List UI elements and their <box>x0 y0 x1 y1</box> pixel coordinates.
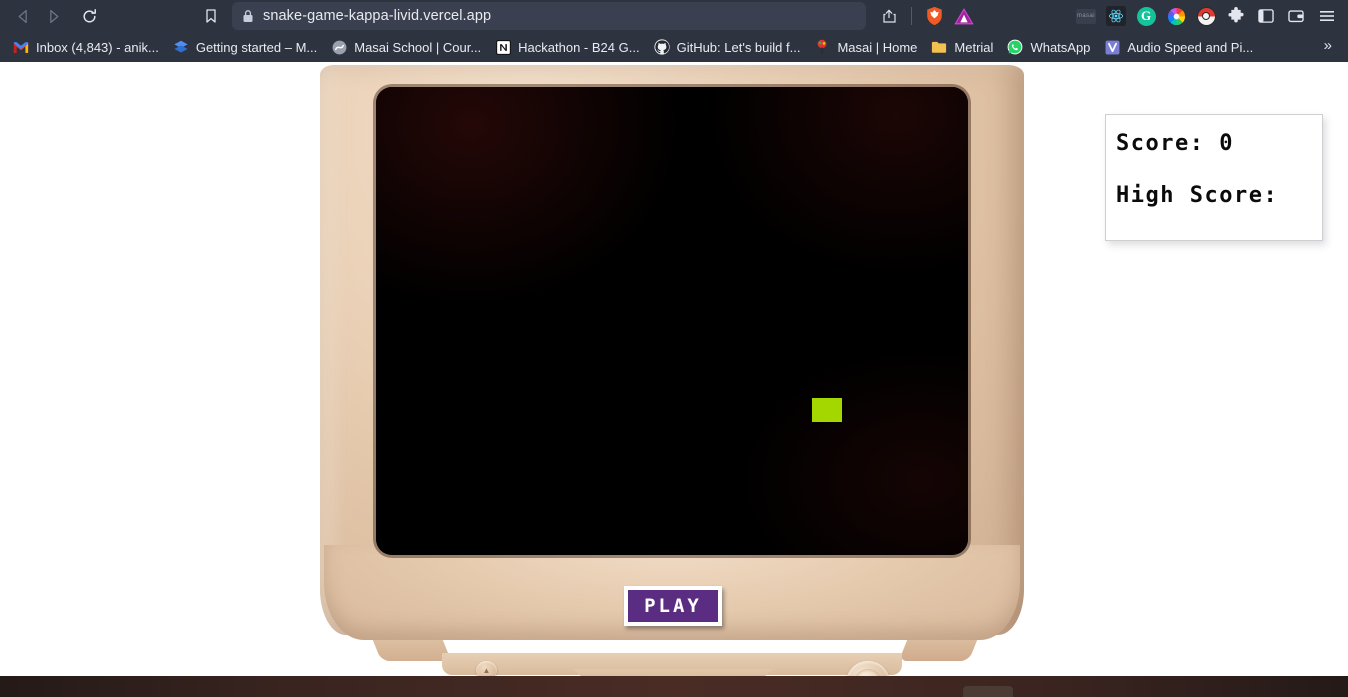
monitor-button-up-label: ▲ <box>482 665 491 675</box>
bookmarks-overflow-button[interactable]: » <box>1314 37 1342 57</box>
masai-school-icon <box>331 39 347 55</box>
extensions-puzzle-icon[interactable] <box>1226 6 1246 26</box>
desk-surface <box>0 676 1348 697</box>
game-board[interactable] <box>376 87 968 555</box>
lock-icon <box>243 10 253 22</box>
page-content: PLAY ▲ ◀ ▶ ▼ <box>0 62 1348 697</box>
high-score-text: High Score: <box>1116 183 1279 208</box>
getting-started-icon <box>173 39 189 55</box>
masai-extension-icon[interactable]: masai <box>1076 6 1096 26</box>
back-arrow-icon <box>18 9 27 23</box>
bookmark-label: Metrial <box>954 39 994 55</box>
grammarly-letter: G <box>1136 6 1156 26</box>
react-devtools-icon[interactable] <box>1106 6 1126 26</box>
desk-notch <box>963 686 1013 697</box>
notion-icon <box>495 39 511 55</box>
bookmark-metrial[interactable]: Metrial <box>924 35 1000 59</box>
color-wheel-icon <box>1167 7 1185 25</box>
address-bar-url: snake-game-kappa-livid.vercel.app <box>263 8 492 24</box>
brave-shields-button[interactable] <box>919 2 949 30</box>
masai-home-icon <box>814 39 830 55</box>
bookmark-whatsapp[interactable]: WhatsApp <box>1000 35 1097 59</box>
folder-icon <box>931 39 947 55</box>
bookmark-label: Getting started – M... <box>195 39 318 55</box>
browser-toolbar: snake-game-kappa-livid.vercel.app masai … <box>0 0 1348 32</box>
bookmark-label: GitHub: Let's build f... <box>676 39 801 55</box>
reload-button[interactable] <box>74 2 104 30</box>
bookmark-hackathon[interactable]: Hackathon - B24 G... <box>488 35 646 59</box>
snake-head-segment <box>812 398 842 422</box>
play-button-inner: PLAY <box>628 590 718 622</box>
bookmark-ribbon-icon <box>206 9 216 23</box>
pokeball-extension-icon[interactable] <box>1196 6 1216 26</box>
forward-arrow-icon <box>49 9 58 23</box>
bookmark-github[interactable]: GitHub: Let's build f... <box>647 35 808 59</box>
bookmark-label: Hackathon - B24 G... <box>518 39 640 55</box>
bookmark-masai-home[interactable]: Masai | Home <box>807 35 924 59</box>
bookmark-inbox[interactable]: Inbox (4,843) - anik... <box>6 35 166 59</box>
address-bar[interactable]: snake-game-kappa-livid.vercel.app <box>232 2 866 30</box>
browser-chrome: snake-game-kappa-livid.vercel.app masai … <box>0 0 1348 62</box>
bookmarks-bar: Inbox (4,843) - anik... Getting started … <box>0 32 1348 62</box>
bookmark-audio-speed[interactable]: Audio Speed and Pi... <box>1097 35 1260 59</box>
react-logo-icon <box>1108 9 1124 23</box>
share-icon <box>883 9 896 23</box>
bookmark-label: Inbox (4,843) - anik... <box>36 39 159 55</box>
github-icon <box>653 39 670 55</box>
score-text: Score: 0 <box>1116 131 1234 156</box>
brave-rewards-button[interactable] <box>949 2 979 30</box>
pokeball-shape <box>1196 6 1216 26</box>
brave-wallet-icon <box>1288 10 1304 23</box>
wallet-icon[interactable] <box>1286 6 1306 26</box>
bookmark-label: Masai | Home <box>837 39 918 55</box>
browser-menu-icon[interactable] <box>1316 6 1338 26</box>
play-button[interactable]: PLAY <box>624 586 722 626</box>
bookmark-label: Masai School | Cour... <box>354 39 482 55</box>
forward-button[interactable] <box>38 2 68 30</box>
crt-monitor: PLAY ▲ ◀ ▶ ▼ <box>318 65 1026 697</box>
play-button-label: PLAY <box>644 595 702 617</box>
bookmark-label: WhatsApp <box>1030 39 1091 55</box>
bookmark-masai-school[interactable]: Masai School | Cour... <box>324 35 488 59</box>
masai-extension-label: masai <box>1076 8 1096 24</box>
hamburger-menu-icon <box>1320 11 1334 21</box>
color-picker-icon[interactable] <box>1166 6 1186 26</box>
bookmark-this-tab-button[interactable] <box>196 2 226 30</box>
brave-rewards-triangle-icon <box>954 7 974 24</box>
toolbar-divider <box>911 7 912 25</box>
grammarly-icon[interactable]: G <box>1136 6 1156 26</box>
gmail-icon <box>13 39 29 55</box>
share-button[interactable] <box>876 3 904 29</box>
sidebar-toggle-icon <box>1258 9 1274 23</box>
reload-icon <box>82 8 96 22</box>
bookmark-label: Audio Speed and Pi... <box>1127 39 1254 55</box>
audio-speed-icon <box>1104 39 1120 55</box>
sidebar-panel-icon[interactable] <box>1256 6 1276 26</box>
score-panel: Score: 0 High Score: <box>1105 114 1323 241</box>
puzzle-piece-icon <box>1228 7 1244 23</box>
extensions-area: masai G <box>1076 6 1340 26</box>
bookmark-getting-started[interactable]: Getting started – M... <box>166 35 324 59</box>
whatsapp-icon <box>1007 39 1023 55</box>
brave-shields-icon <box>926 6 942 26</box>
back-button[interactable] <box>8 2 38 30</box>
